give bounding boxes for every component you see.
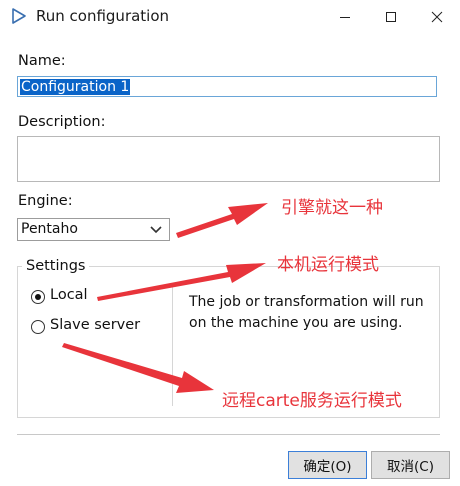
run-triangle-icon xyxy=(12,8,26,24)
name-input[interactable]: Configuration 1 xyxy=(17,76,437,97)
chevron-down-icon xyxy=(150,226,162,234)
close-button[interactable] xyxy=(414,0,460,34)
minimize-icon xyxy=(340,17,350,18)
minimize-button[interactable] xyxy=(322,0,368,34)
settings-divider xyxy=(172,286,173,406)
radio-selected-dot xyxy=(35,294,41,300)
name-label: Name: xyxy=(18,53,66,69)
engine-dropdown[interactable]: Pentaho xyxy=(17,218,170,241)
settings-title: Settings xyxy=(22,258,90,274)
local-radio[interactable] xyxy=(31,290,45,304)
footer-divider xyxy=(17,434,440,435)
local-radio-label[interactable]: Local xyxy=(50,287,88,303)
slave-annotation-text: 远程carte服务运行模式 xyxy=(222,391,402,411)
engine-label: Engine: xyxy=(18,193,73,209)
local-annotation-text: 本机运行模式 xyxy=(277,255,379,275)
maximize-button[interactable] xyxy=(368,0,414,34)
engine-annotation-text: 引擎就这一种 xyxy=(281,198,383,218)
slave-server-radio[interactable] xyxy=(31,320,45,334)
cancel-button[interactable]: 取消(C) xyxy=(371,451,450,479)
description-input[interactable] xyxy=(17,136,440,182)
title-bar: Run configuration xyxy=(0,0,460,34)
run-mode-description: The job or transformation will run on th… xyxy=(189,294,424,331)
slave-server-radio-label[interactable]: Slave server xyxy=(50,317,140,333)
maximize-icon xyxy=(386,12,396,22)
close-icon xyxy=(431,11,443,23)
engine-arrow-annotation xyxy=(176,203,268,238)
description-label: Description: xyxy=(18,114,106,130)
window-title: Run configuration xyxy=(36,7,170,25)
ok-button[interactable]: 确定(O) xyxy=(288,451,367,479)
name-input-value: Configuration 1 xyxy=(20,79,131,95)
engine-selected-value: Pentaho xyxy=(21,221,78,237)
